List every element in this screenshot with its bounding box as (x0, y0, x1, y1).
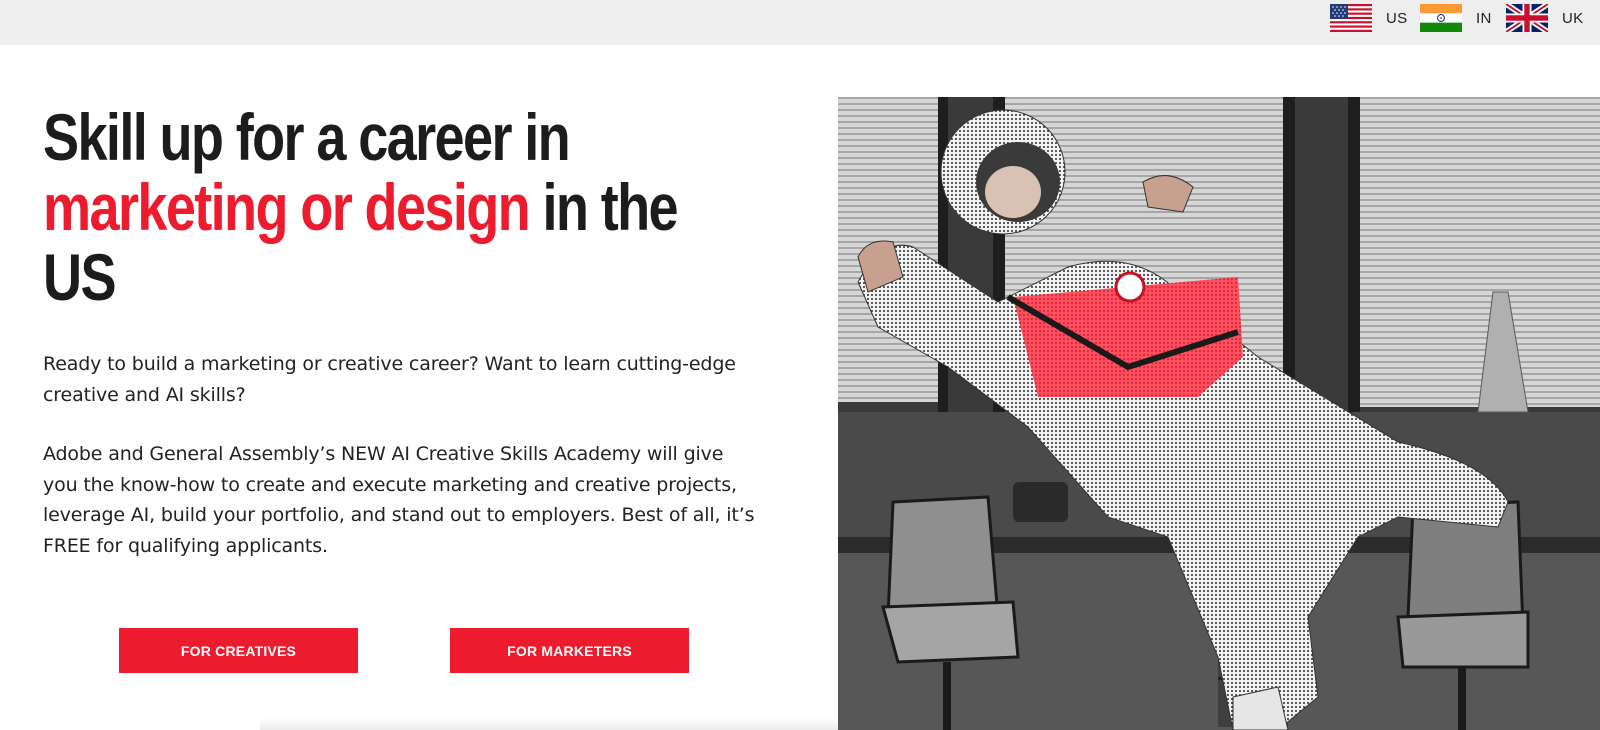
hero-astronaut-image (838, 97, 1600, 730)
hero-intro-text: Ready to build a marketing or creative c… (43, 353, 736, 406)
region-in-label: IN (1476, 9, 1492, 27)
scroll-shadow (260, 718, 838, 730)
hero-title: Skill up for a career in marketing or des… (43, 100, 679, 314)
hero-description-text: Adobe and General Assembly’s NEW AI Crea… (43, 443, 755, 557)
hero-title-accent: marketing or design (43, 170, 531, 244)
india-flag-icon (1420, 4, 1462, 32)
region-uk-label: UK (1562, 9, 1584, 27)
region-bar: US IN UK (0, 0, 1600, 45)
region-us-link[interactable]: US (1330, 4, 1407, 32)
hero-title-line1: Skill up for a career in (43, 100, 571, 174)
for-creatives-button[interactable]: FOR CREATIVES (119, 628, 358, 673)
for-marketers-button[interactable]: FOR MARKETERS (450, 628, 689, 673)
astronaut-office-illustration (838, 97, 1600, 730)
uk-flag-icon (1506, 4, 1548, 32)
hero-title-line3: US (43, 240, 117, 314)
region-us-label: US (1386, 9, 1408, 27)
us-flag-icon (1330, 4, 1372, 32)
region-in-link[interactable]: IN (1420, 4, 1492, 32)
region-uk-link[interactable]: UK (1506, 4, 1583, 32)
hero-title-rest: in the (542, 170, 679, 244)
